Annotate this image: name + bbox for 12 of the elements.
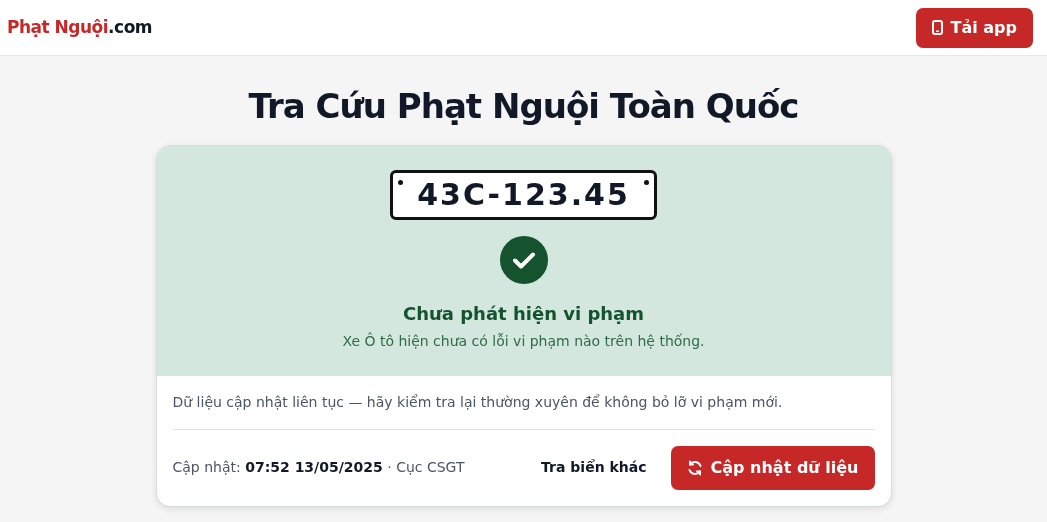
download-app-button[interactable]: Tải app [915, 7, 1033, 48]
status-message: Xe Ô tô hiện chưa có lỗi vi phạm nào trên hệ thống. [342, 331, 705, 351]
refresh-button[interactable]: Cập nhật dữ liệu [670, 445, 875, 490]
phone-icon [931, 20, 943, 35]
info-note: Dữ liệu cập nhật liên tục — hãy kiểm tra lại thường xuyên để không bỏ lỡ vi phạm mới. [172, 375, 875, 430]
update-info: Cập nhật: 07:52 13/05/2025 · Cục CSGT [172, 458, 466, 478]
logo[interactable]: Phạt Nguội.com [7, 14, 153, 41]
status-heading: Chưa phát hiện vi phạm [403, 301, 644, 326]
page-title: Tra Cứu Phạt Nguội Toàn Quốc [248, 86, 799, 127]
search-other-plate-link[interactable]: Tra biển khác [541, 457, 647, 479]
license-plate: 43C-123.45 [390, 169, 657, 220]
refresh-icon [686, 459, 703, 476]
